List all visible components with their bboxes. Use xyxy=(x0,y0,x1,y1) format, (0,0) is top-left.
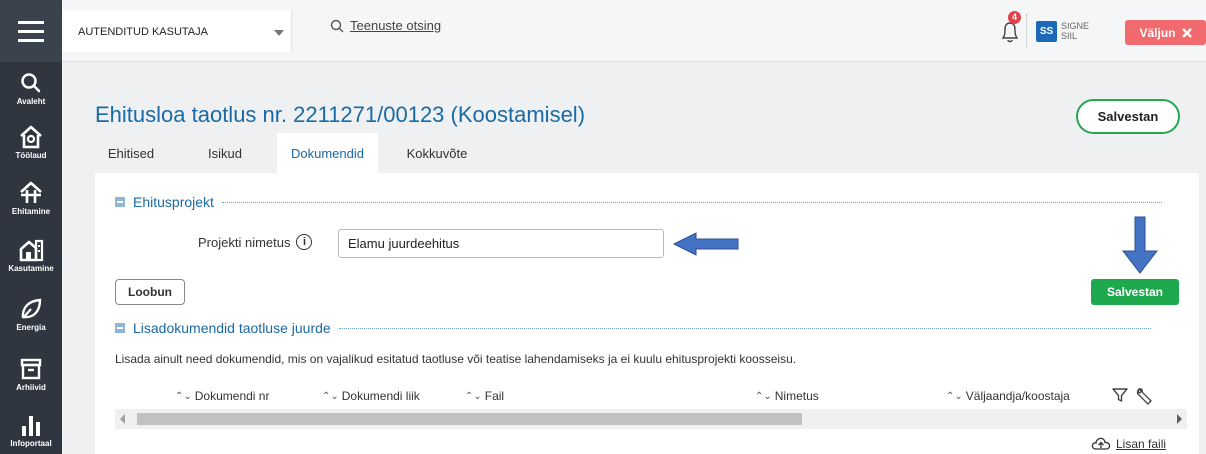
archive-icon xyxy=(20,358,42,380)
nav-item-ehitamine[interactable]: Ehitamine xyxy=(0,180,62,216)
column-label: Fail xyxy=(484,389,505,403)
column-label: Dokumendi liik xyxy=(341,389,420,403)
close-icon xyxy=(1181,27,1192,38)
search-icon xyxy=(330,19,344,32)
tab-dokumendid[interactable]: Dokumendid xyxy=(277,133,378,173)
nav-label: Töölaud xyxy=(15,151,47,160)
building-icon xyxy=(19,239,44,262)
column-label: Dokumendi nr xyxy=(194,389,270,403)
add-file-label: Lisan faili xyxy=(1116,436,1167,451)
section-title: Ehitusprojekt xyxy=(133,194,214,210)
tab-kokkuvote[interactable]: Kokkuvõte xyxy=(393,133,481,173)
column-header[interactable]: ⌃⌄ Dokumendi nr xyxy=(175,389,269,403)
column-label: Nimetus xyxy=(774,389,819,403)
sort-icon: ⌃⌄ xyxy=(465,390,482,402)
avatar[interactable]: SS xyxy=(1036,21,1057,42)
annotation-arrow-left xyxy=(672,232,739,256)
scroll-left-icon[interactable] xyxy=(120,414,125,424)
user-first-name: SIGNE xyxy=(1061,21,1090,31)
sort-icon: ⌃⌄ xyxy=(175,390,192,402)
nav-item-toolaud[interactable]: Töölaud xyxy=(0,124,62,160)
save-project-button[interactable]: Salvestan xyxy=(1091,279,1179,305)
divider xyxy=(338,327,1151,329)
collapse-icon xyxy=(115,197,125,207)
top-bar: AUTENDITUD KASUTAJA Teenuste otsing 4 SS… xyxy=(62,0,1206,62)
divider xyxy=(1026,14,1027,48)
wrench-icon[interactable] xyxy=(1133,386,1155,406)
field-label: Projekti nimetus xyxy=(198,234,291,250)
annotation-arrow-down xyxy=(1121,216,1159,274)
section-ehitusprojekt[interactable]: Ehitusprojekt xyxy=(115,194,1162,210)
nav-label: Avaleht xyxy=(16,97,46,106)
divider xyxy=(221,201,1162,203)
leaf-icon xyxy=(21,298,42,319)
chevron-down-icon xyxy=(274,30,284,36)
column-header[interactable]: ⌃⌄ Fail xyxy=(465,389,504,403)
info-icon[interactable]: i xyxy=(296,234,313,250)
sort-icon: ⌃⌄ xyxy=(946,390,963,402)
nav-item-infoportaal[interactable]: Infoportaal xyxy=(0,412,62,448)
column-label: Väljaandja/koostaja xyxy=(965,389,1070,403)
nav-label: Ehitamine xyxy=(11,207,51,216)
horizontal-scrollbar[interactable] xyxy=(115,409,1187,429)
service-search[interactable]: Teenuste otsing xyxy=(330,18,441,33)
cancel-button[interactable]: Loobun xyxy=(115,279,185,305)
scroll-right-icon[interactable] xyxy=(1177,414,1182,424)
nav-label: Energia xyxy=(16,323,46,332)
filter-icon[interactable] xyxy=(1111,386,1129,404)
search-label: Teenuste otsing xyxy=(350,18,442,33)
sort-icon: ⌃⌄ xyxy=(755,390,772,402)
tab-isikud[interactable]: Isikud xyxy=(201,133,249,173)
logout-button[interactable]: Väljun xyxy=(1125,20,1206,45)
collapse-icon xyxy=(115,323,125,333)
sort-icon: ⌃⌄ xyxy=(322,390,339,402)
section-note: Lisada ainult need dokumendid, mis on va… xyxy=(115,352,797,366)
hamburger-icon xyxy=(18,18,44,45)
notifications-button[interactable]: 4 xyxy=(998,11,1022,46)
section-lisadokumendid[interactable]: Lisadokumendid taotluse juurde xyxy=(115,320,1151,336)
role-selector[interactable]: AUTENDITUD KASUTAJA xyxy=(62,10,292,52)
menu-toggle-button[interactable] xyxy=(0,0,62,62)
column-header[interactable]: ⌃⌄ Väljaandja/koostaja xyxy=(946,389,1070,403)
tab-ehitised[interactable]: Ehitised xyxy=(95,133,167,173)
nav-item-arhiivid[interactable]: Arhiivid xyxy=(0,356,62,392)
documents-panel: Ehitusprojekt Projekti nimetus i Elamu j… xyxy=(95,173,1199,454)
notification-badge: 4 xyxy=(1008,11,1021,24)
column-header[interactable]: ⌃⌄ Dokumendi liik xyxy=(322,389,420,403)
column-header[interactable]: ⌃⌄ Nimetus xyxy=(755,389,819,403)
nav-item-avaleht[interactable]: Avaleht xyxy=(0,70,62,106)
construction-icon xyxy=(20,181,42,203)
logout-label: Väljun xyxy=(1139,25,1176,40)
bar-chart-icon xyxy=(22,416,40,436)
nav-item-kasutamine[interactable]: Kasutamine xyxy=(0,237,62,273)
role-label: AUTENDITUD KASUTAJA xyxy=(78,26,208,38)
add-file-button[interactable]: Lisan faili xyxy=(1091,436,1166,451)
search-icon xyxy=(21,73,41,93)
scrollbar-thumb[interactable] xyxy=(137,413,802,425)
project-name-label: Projekti nimetus i xyxy=(198,234,313,250)
user-last-name: SIIL xyxy=(1061,31,1078,41)
save-application-button[interactable]: Salvestan xyxy=(1076,99,1180,134)
table-tools xyxy=(1111,386,1155,406)
left-navigation: Avaleht Töölaud Ehitamine Kasutamine Ene… xyxy=(0,0,62,454)
user-name[interactable]: SIGNE SIIL xyxy=(1061,21,1089,41)
page-title: Ehitusloa taotlus nr. 2211271/00123 (Koo… xyxy=(95,102,586,127)
project-name-input[interactable]: Elamu juurdeehitus xyxy=(338,229,664,258)
home-icon xyxy=(20,125,42,149)
cloud-upload-icon xyxy=(1091,437,1111,450)
section-title: Lisadokumendid taotluse juurde xyxy=(133,320,331,336)
nav-label: Infoportaal xyxy=(10,439,52,448)
nav-item-energia[interactable]: Energia xyxy=(0,296,62,332)
nav-label: Kasutamine xyxy=(8,264,54,273)
nav-label: Arhiivid xyxy=(16,383,46,392)
